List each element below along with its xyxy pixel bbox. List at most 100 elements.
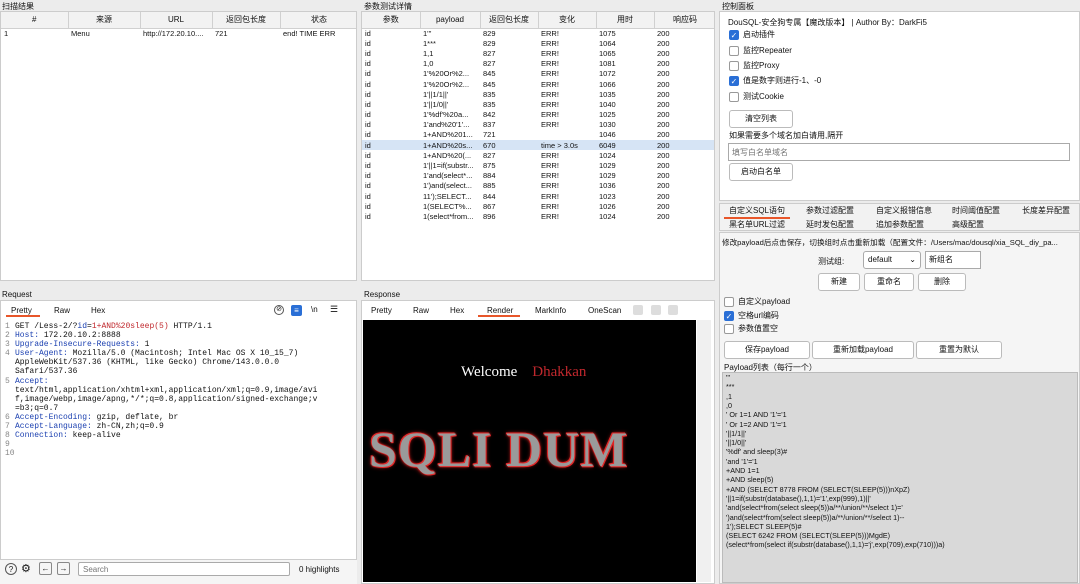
search-input[interactable]	[78, 562, 290, 576]
table-row[interactable]: id 1''' 829 ERR! 1075 200	[362, 28, 714, 38]
tab-config-row2-1[interactable]: 黑名单URL过滤	[729, 219, 785, 231]
table-row[interactable]: id 1')and(select... 885 ERR! 1036 200	[362, 181, 714, 191]
wrap-lines-icon[interactable]: ≡	[291, 305, 302, 316]
table-row[interactable]: id 1+AND%20s... 670 time > 3.0s 6049 200	[362, 140, 714, 151]
tab-config-2[interactable]: 参数过滤配置	[806, 205, 854, 217]
tab-config-row2-2[interactable]: 延时发包配置	[806, 219, 854, 231]
new-group-button[interactable]: 新建	[818, 273, 860, 291]
response-scrollbar[interactable]	[697, 320, 711, 582]
tab-response-markinfo[interactable]: MarkInfo	[535, 305, 566, 317]
column-header[interactable]: 返回包长度	[212, 12, 281, 29]
line-content: f,image/webp,image/apng,*/*;q=0.8,applic…	[15, 395, 317, 404]
table-cell: 1036	[599, 181, 616, 191]
menu-icon[interactable]: ☰	[330, 304, 338, 315]
code-token: zh-CN,zh;q=0.9	[96, 422, 164, 432]
payload-line: +AND (SELECT 8778 FROM (SELECT(SLEEP(5))…	[726, 484, 910, 494]
whitelist-domain-input[interactable]	[728, 143, 1070, 161]
table-row[interactable]: id 1+AND%201... 721 1046 200	[362, 130, 714, 140]
tab-request-hex[interactable]: Hex	[91, 305, 105, 317]
start-whitelist-button[interactable]: 启动白名单	[729, 163, 793, 181]
table-row[interactable]: id 1(select*from... 896 ERR! 1024 200	[362, 211, 714, 221]
checkbox-5[interactable]: 测试Cookie	[729, 91, 784, 103]
request-editor[interactable]: 1 GET /Less-2/?id=1+AND%20sleep(5) HTTP/1…	[3, 322, 355, 458]
table-cell: id	[365, 201, 371, 211]
column-header[interactable]: #	[1, 12, 69, 29]
table-cell: 200	[654, 140, 714, 151]
column-header[interactable]: 用时	[596, 12, 655, 29]
clear-list-button[interactable]: 清空列表	[729, 110, 793, 128]
tab-response-onescan[interactable]: OneScan	[588, 305, 621, 317]
tab-config-3[interactable]: 自定义报错信息	[876, 205, 932, 217]
table-row[interactable]: id 1'||1/1||' 835 ERR! 1035 200	[362, 89, 714, 99]
column-header[interactable]: 参数	[362, 12, 421, 29]
table-cell: 829	[483, 28, 496, 38]
group-select[interactable]: default ⌄	[863, 251, 921, 269]
new-group-name-input[interactable]: 新组名	[925, 251, 981, 269]
payload-list-textarea[interactable]	[722, 372, 1078, 583]
checkbox-2[interactable]: 监控Repeater	[729, 45, 792, 57]
line-content: Accept-Language: zh-CN,zh;q=0.9	[15, 422, 164, 431]
column-header[interactable]: 响应码	[654, 12, 714, 29]
payload-line: ***	[726, 382, 735, 392]
table-cell: 1(select*from...	[423, 211, 474, 221]
code-token: AppleWebKit/537.36 (KHTML, like Gecko) C…	[15, 358, 280, 368]
checkbox-1[interactable]: ✓ 启动插件	[729, 29, 775, 41]
table-row[interactable]: id 1'||1=if(substr... 875 ERR! 1029 200	[362, 160, 714, 170]
table-row[interactable]: id 1'||1/0||' 835 ERR! 1040 200	[362, 99, 714, 109]
help-icon[interactable]: ?	[5, 563, 17, 575]
sql-checkbox-1[interactable]: 自定义payload	[724, 296, 790, 308]
column-header[interactable]: payload	[420, 12, 481, 29]
checkbox-4[interactable]: ✓ 值是数字则进行-1、-0	[729, 75, 821, 87]
table-cell: 1'%20Or%2...	[423, 69, 470, 79]
tab-response-raw[interactable]: Raw	[413, 305, 429, 317]
tab-config-row2-3[interactable]: 追加参数配置	[876, 219, 924, 231]
column-header[interactable]: 来源	[68, 12, 141, 29]
column-header[interactable]: 变化	[538, 12, 597, 29]
reset-default-button[interactable]: 重置为默认	[916, 341, 1002, 359]
view-split-icon[interactable]	[651, 305, 661, 315]
tab-response-pretty[interactable]: Pretty	[371, 305, 392, 317]
table-row[interactable]: id 1'%20Or%2... 845 ERR! 1066 200	[362, 79, 714, 89]
tab-response-hex[interactable]: Hex	[450, 305, 464, 317]
table-row[interactable]: id 1,1 827 ERR! 1065 200	[362, 48, 714, 58]
table-cell: 200	[657, 150, 670, 160]
tab-config-row2-4[interactable]: 高级配置	[952, 219, 984, 231]
table-row[interactable]: id 1(SELECT%... 867 ERR! 1026 200	[362, 201, 714, 211]
view-collapse-icon[interactable]	[668, 305, 678, 315]
checkbox-3[interactable]: 监控Proxy	[729, 60, 779, 72]
tab-config-5[interactable]: 长度差异配置	[1022, 205, 1070, 217]
delete-group-button[interactable]: 删除	[918, 273, 966, 291]
table-cell: http://172.20.10....	[143, 28, 204, 38]
table-row[interactable]: id 1'%20Or%2... 845 ERR! 1072 200	[362, 69, 714, 79]
table-cell: ERR!	[541, 59, 559, 69]
forward-arrow-icon[interactable]: →	[57, 562, 70, 575]
table-row[interactable]: id 1*** 829 ERR! 1064 200	[362, 38, 714, 48]
newline-icon[interactable]: \n	[311, 305, 318, 314]
chevron-down-icon: ⌄	[909, 255, 916, 264]
settings-gear-icon[interactable]: ⚙	[21, 562, 31, 575]
checkbox-label: 监控Proxy	[743, 61, 780, 70]
table-row[interactable]: id 1+AND%20(... 827 ERR! 1024 200	[362, 150, 714, 160]
tab-config-4[interactable]: 时间阈值配置	[952, 205, 1000, 217]
table-row[interactable]: id 1,0 827 ERR! 1081 200	[362, 59, 714, 69]
table-row[interactable]: id 1'%df'%20a... 842 ERR! 1025 200	[362, 110, 714, 120]
column-header[interactable]: 状态	[280, 12, 356, 29]
toolbar-eye-off-icon[interactable]: ⊘	[274, 305, 284, 315]
column-header[interactable]: URL	[140, 12, 213, 29]
table-cell: id	[362, 140, 420, 151]
back-arrow-icon[interactable]: ←	[39, 562, 52, 575]
rename-group-button[interactable]: 重命名	[864, 273, 914, 291]
table-row[interactable]: id 1'and(select*... 884 ERR! 1029 200	[362, 171, 714, 181]
tab-request-raw[interactable]: Raw	[54, 305, 70, 317]
table-row[interactable]: 1 Menu http://172.20.10.... 721 end! TIME ER…	[1, 28, 356, 38]
table-row[interactable]: id 1'and%20'1'... 837 ERR! 1030 200	[362, 120, 714, 130]
payload-line: ,1	[726, 391, 732, 401]
column-header[interactable]: 返回包长度	[480, 12, 539, 29]
sql-checkbox-2[interactable]: ✓ 空格url编码	[724, 310, 779, 322]
tab-config-1[interactable]: 自定义SQL语句	[729, 205, 785, 217]
view-grid-icon[interactable]	[633, 305, 643, 315]
save-payload-button[interactable]: 保存payload	[724, 341, 810, 359]
sql-checkbox-3[interactable]: 参数值置空	[724, 323, 778, 335]
table-row[interactable]: id 11');SELECT... 844 ERR! 1023 200	[362, 191, 714, 201]
reload-payload-button[interactable]: 重新加载payload	[812, 341, 914, 359]
